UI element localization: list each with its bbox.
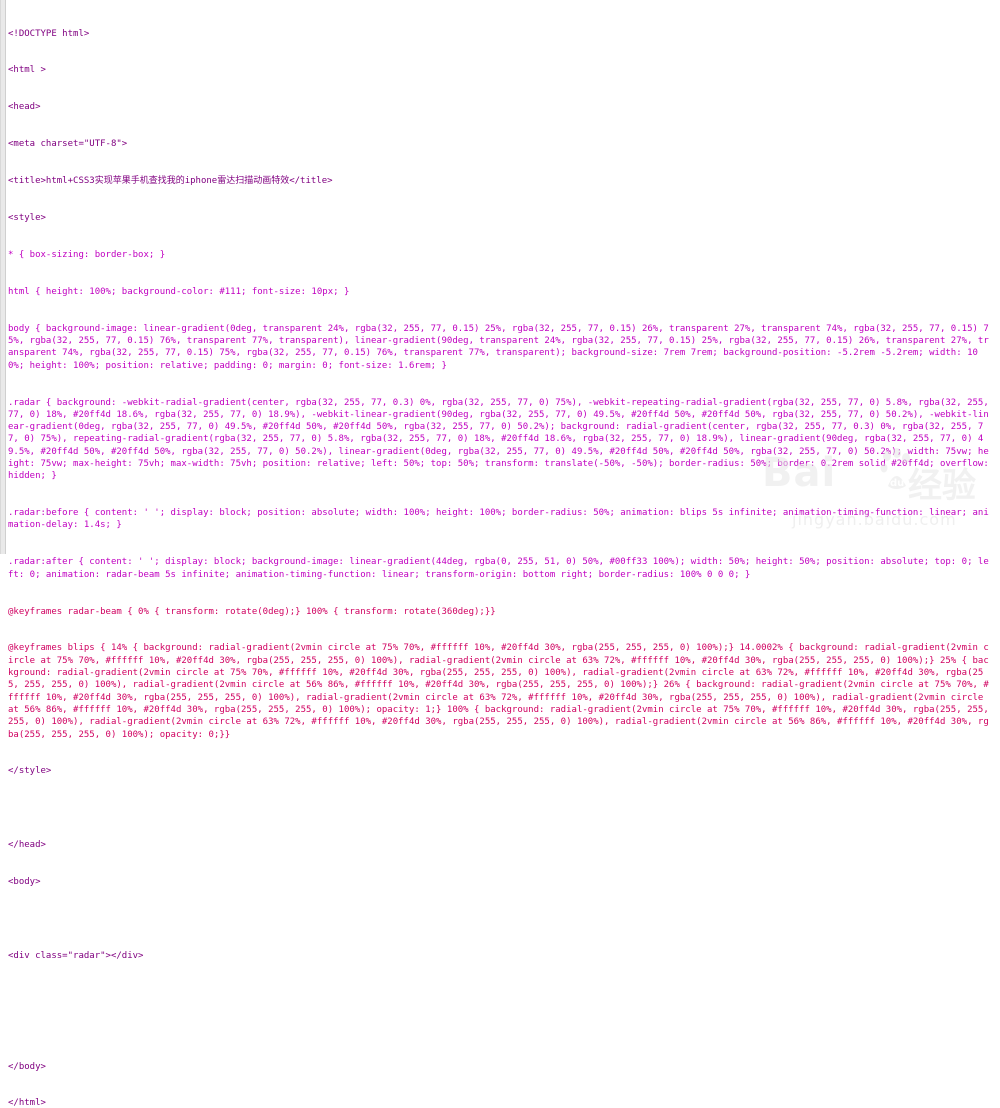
editor-gutter <box>1 0 6 554</box>
code-line: .radar:after { content: ' '; display: bl… <box>8 557 989 580</box>
code-line: @keyframes blips { 14% { background: rad… <box>8 643 995 740</box>
code-line: <div class="radar"></div> <box>8 950 144 961</box>
code-line: </style> <box>8 766 52 777</box>
code-line: <head> <box>8 102 41 113</box>
code-line: <html > <box>8 65 46 76</box>
code-line: html { height: 100%; background-color: #… <box>8 286 350 297</box>
code-line: * { box-sizing: border-box; } <box>8 249 166 260</box>
code-line: </body> <box>8 1061 46 1072</box>
code-editor[interactable]: <!DOCTYPE html> <html > <head> <meta cha… <box>0 0 1000 1108</box>
code-line: body { background-image: linear-gradient… <box>8 323 989 371</box>
code-line: .radar { background: -webkit-radial-grad… <box>8 397 995 482</box>
code-line: <body> <box>8 877 41 888</box>
code-line: .radar:before { content: ' '; display: b… <box>8 508 989 531</box>
code-line: <!DOCTYPE html> <box>8 28 90 39</box>
code-line: <meta charset="UTF-8"> <box>8 139 128 150</box>
code-area[interactable]: <!DOCTYPE html> <html > <head> <meta cha… <box>8 3 994 1108</box>
code-line: </html> <box>8 1098 46 1108</box>
code-line: <style> <box>8 213 46 224</box>
code-line: @keyframes radar-beam { 0% { transform: … <box>8 606 496 617</box>
code-line: </head> <box>8 840 46 851</box>
code-line: <title>html+CSS3实现苹果手机查找我的iphone雷达扫描动画特效… <box>8 176 333 187</box>
